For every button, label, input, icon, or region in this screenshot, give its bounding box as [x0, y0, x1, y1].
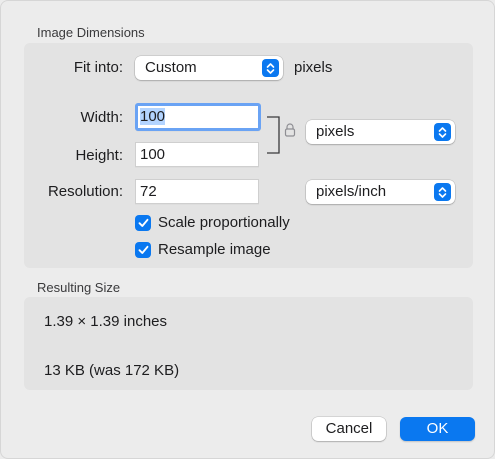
chevron-up-down-icon	[434, 183, 451, 201]
resample-image-label: Resample image	[158, 241, 271, 258]
image-dimensions-title: Image Dimensions	[37, 25, 145, 40]
ok-button[interactable]: OK	[400, 417, 475, 441]
resolution-unit-popup[interactable]: pixels/inch	[306, 180, 455, 204]
resolution-unit-value: pixels/inch	[316, 183, 387, 200]
resolution-field[interactable]: 72	[135, 179, 259, 204]
checkmark-icon	[135, 214, 151, 231]
cancel-button[interactable]: Cancel	[312, 417, 386, 441]
resolution-label: Resolution:	[47, 183, 123, 200]
fit-into-label: Fit into:	[73, 59, 123, 76]
fit-into-popup[interactable]: Custom	[135, 56, 283, 80]
lock-icon[interactable]	[284, 123, 296, 142]
resulting-dimensions: 1.39 × 1.39 inches	[44, 313, 168, 330]
scale-proportionally-label: Scale proportionally	[158, 214, 290, 231]
resulting-size-title: Resulting Size	[37, 280, 121, 295]
width-field[interactable]: 100	[135, 103, 261, 131]
image-size-dialog: Image Dimensions Fit into: Custom pixels…	[0, 0, 495, 459]
resample-image-checkbox[interactable]: Resample image	[135, 241, 271, 258]
width-label: Width:	[80, 109, 123, 126]
size-unit-value: pixels	[316, 123, 355, 140]
fit-into-value: Custom	[145, 59, 197, 76]
size-unit-popup[interactable]: pixels	[306, 120, 455, 144]
resolution-value: 72	[140, 183, 157, 200]
chevron-up-down-icon	[434, 123, 451, 141]
height-field[interactable]: 100	[135, 142, 259, 167]
resulting-file-size: 13 KB (was 172 KB)	[44, 362, 180, 379]
height-label: Height:	[75, 147, 123, 164]
width-value: 100	[140, 108, 166, 125]
fit-into-unit-text: pixels	[294, 59, 333, 76]
checkmark-icon	[135, 241, 151, 258]
chevron-up-down-icon	[262, 59, 279, 77]
height-value: 100	[140, 146, 166, 163]
scale-proportionally-checkbox[interactable]: Scale proportionally	[135, 214, 290, 231]
